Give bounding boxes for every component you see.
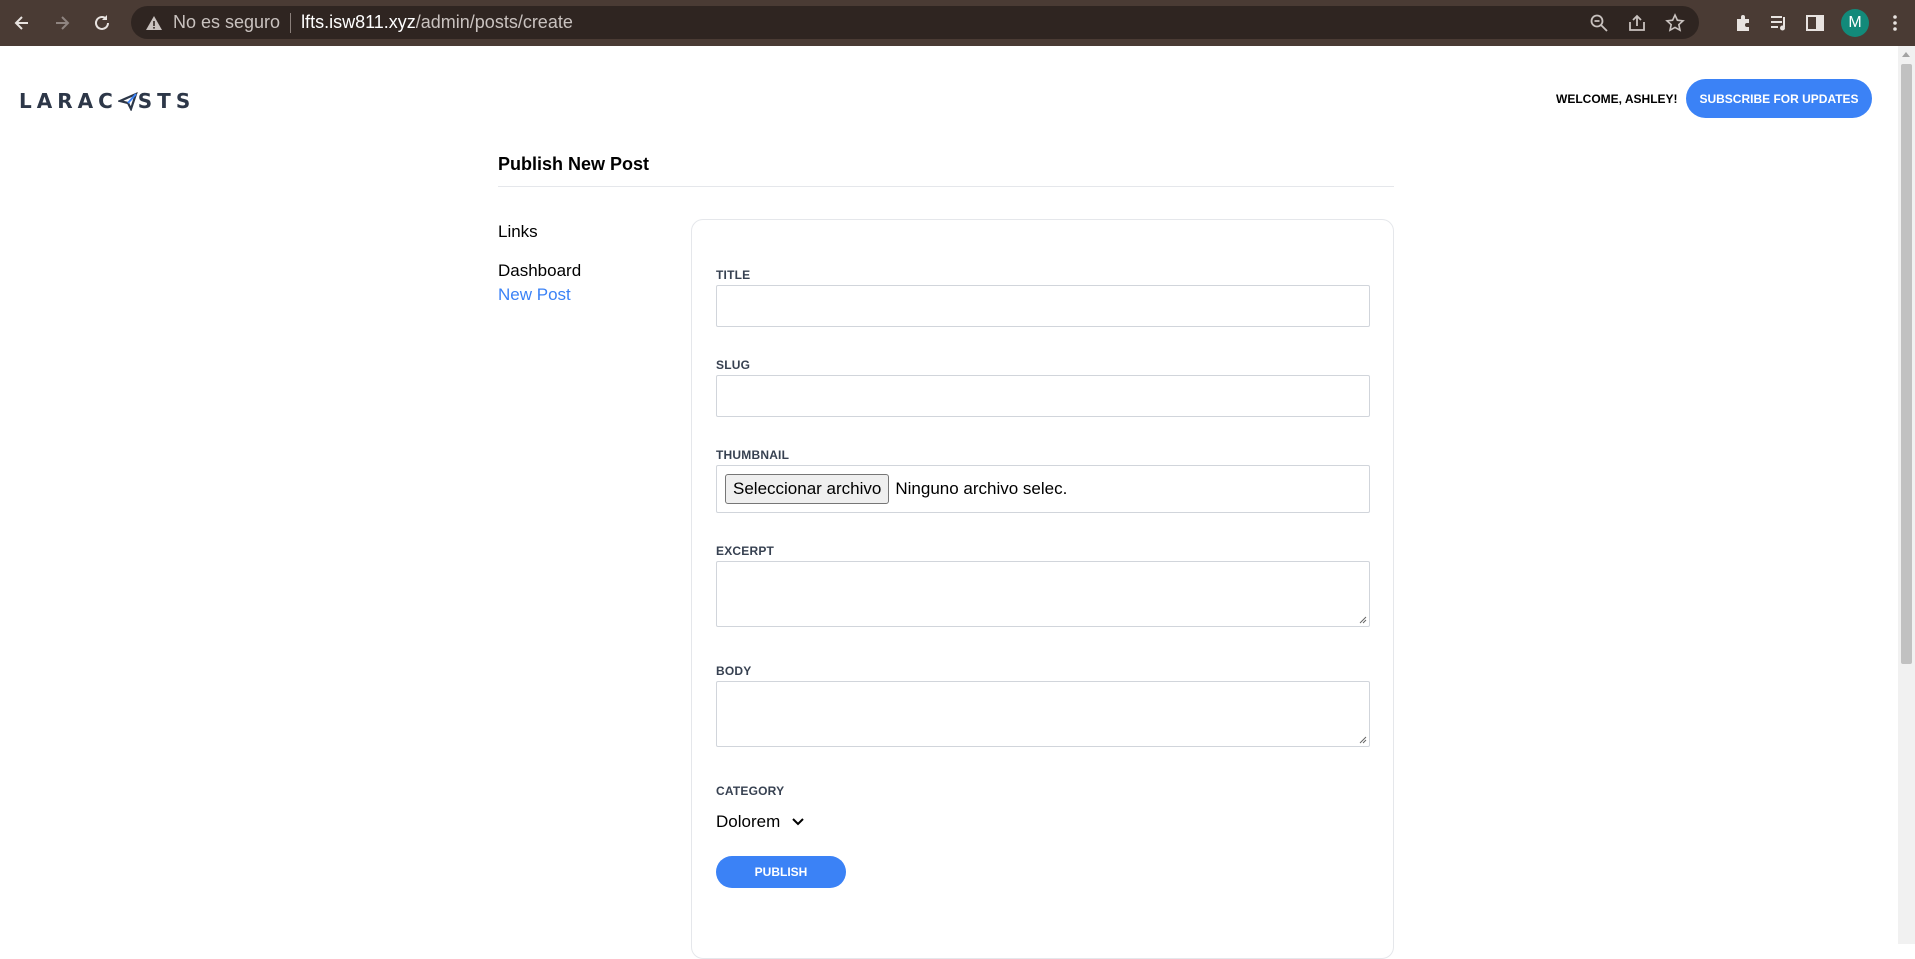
slug-label: SLUG <box>716 358 751 372</box>
scrollbar-thumb[interactable] <box>1901 64 1912 664</box>
title-divider <box>498 186 1394 187</box>
address-separator <box>290 12 292 33</box>
page-content: LARAC STS WELCOME, ASHLEY! SUBSCRIBE FOR … <box>0 46 1898 959</box>
category-selected-value: Dolorem <box>716 812 781 831</box>
thumbnail-file-input[interactable]: Seleccionar archivo Ninguno archivo sele… <box>716 465 1370 513</box>
media-control-icon[interactable] <box>1769 13 1789 33</box>
reload-button[interactable] <box>84 5 120 41</box>
address-bar[interactable]: No es seguro lfts.isw811.xyz/admin/posts… <box>131 6 1699 39</box>
menu-dots-icon[interactable] <box>1885 13 1905 33</box>
post-form-card: TITLE SLUG THUMBNAIL Seleccionar archivo… <box>691 219 1394 959</box>
browser-toolbar: No es seguro lfts.isw811.xyz/admin/posts… <box>0 0 1915 46</box>
resize-handle-icon[interactable] <box>1357 734 1367 744</box>
arrow-left-icon <box>14 16 28 30</box>
zoom-icon[interactable] <box>1589 13 1609 33</box>
browser-actions: M <box>1733 0 1905 46</box>
logo-text-left: LARAC <box>19 89 118 113</box>
address-bar-actions <box>1589 6 1685 39</box>
category-label: CATEGORY <box>716 784 785 798</box>
sidebar-item-new-post[interactable]: New Post <box>498 285 571 305</box>
back-button[interactable] <box>4 5 40 41</box>
slug-input[interactable] <box>716 375 1370 417</box>
share-icon[interactable] <box>1627 13 1647 33</box>
title-label: TITLE <box>716 268 751 282</box>
laracasts-logo[interactable]: LARAC STS <box>19 86 195 116</box>
page-title: Publish New Post <box>498 154 650 174</box>
sidebar-title: Links <box>498 222 538 241</box>
arrow-right-icon <box>56 16 70 30</box>
welcome-message: WELCOME, ASHLEY! <box>1556 92 1678 106</box>
insecure-label[interactable]: No es seguro <box>173 12 280 33</box>
choose-file-button[interactable]: Seleccionar archivo <box>725 474 890 504</box>
page-scrollbar[interactable] <box>1898 46 1915 944</box>
file-status: Ninguno archivo selec. <box>895 479 1068 498</box>
paper-plane-icon <box>117 92 138 111</box>
chevron-down-icon <box>792 818 804 826</box>
title-input[interactable] <box>716 285 1370 327</box>
warning-icon[interactable] <box>145 14 163 32</box>
publish-button[interactable]: PUBLISH <box>716 856 846 888</box>
url-host[interactable]: lfts.isw811.xyz <box>301 12 416 33</box>
logo-text-right: STS <box>137 89 196 113</box>
sidebar-item-dashboard[interactable]: Dashboard <box>498 261 581 281</box>
scroll-up-arrow-icon[interactable] <box>1902 52 1910 57</box>
side-panel-icon[interactable] <box>1805 13 1825 33</box>
forward-button[interactable] <box>44 5 80 41</box>
profile-avatar[interactable]: M <box>1841 9 1869 37</box>
extensions-icon[interactable] <box>1733 13 1753 33</box>
excerpt-textarea[interactable] <box>716 561 1370 627</box>
url-path[interactable]: /admin/posts/create <box>416 12 573 33</box>
thumbnail-label: THUMBNAIL <box>716 448 790 462</box>
body-label: BODY <box>716 664 752 678</box>
excerpt-label: EXCERPT <box>716 544 775 558</box>
subscribe-button[interactable]: SUBSCRIBE FOR UPDATES <box>1686 79 1872 118</box>
body-textarea[interactable] <box>716 681 1370 747</box>
resize-handle-icon[interactable] <box>1357 614 1367 624</box>
bookmark-star-icon[interactable] <box>1665 12 1685 33</box>
reload-icon <box>95 15 109 30</box>
category-select[interactable]: Dolorem <box>716 809 804 835</box>
